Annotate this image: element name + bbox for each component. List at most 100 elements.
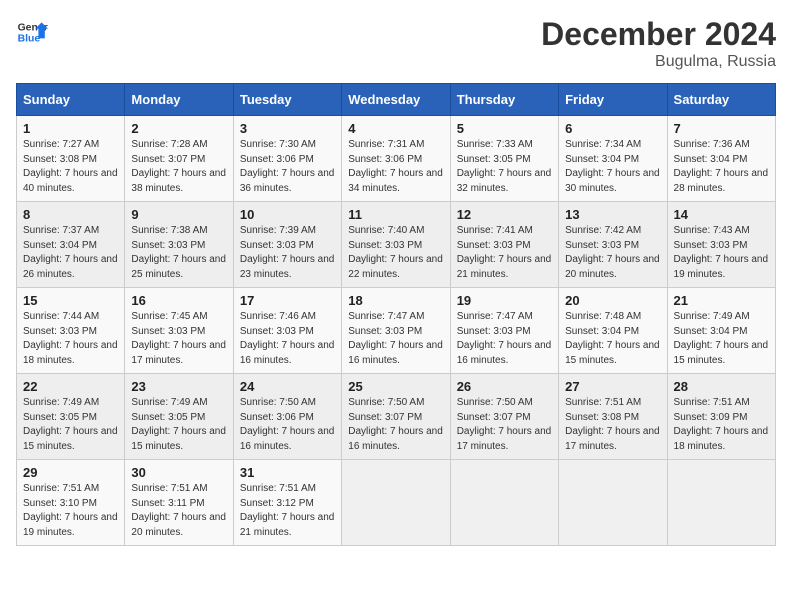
day-cell: 18 Sunrise: 7:47 AMSunset: 3:03 PMDayligh… — [342, 288, 450, 374]
day-cell: 26 Sunrise: 7:50 AMSunset: 3:07 PMDayligh… — [450, 374, 558, 460]
logo-icon: General Blue — [16, 16, 48, 48]
day-detail: Sunrise: 7:30 AMSunset: 3:06 PMDaylight:… — [240, 138, 335, 196]
day-detail: Sunrise: 7:39 AMSunset: 3:03 PMDaylight:… — [240, 224, 335, 282]
day-detail: Sunrise: 7:49 AMSunset: 3:04 PMDaylight:… — [674, 310, 769, 368]
day-detail: Sunrise: 7:33 AMSunset: 3:05 PMDaylight:… — [457, 138, 552, 196]
day-cell: 25 Sunrise: 7:50 AMSunset: 3:07 PMDayligh… — [342, 374, 450, 460]
day-detail: Sunrise: 7:38 AMSunset: 3:03 PMDaylight:… — [131, 224, 226, 282]
day-number: 31 — [240, 465, 335, 480]
day-detail: Sunrise: 7:49 AMSunset: 3:05 PMDaylight:… — [23, 396, 118, 454]
logo: General Blue — [16, 16, 48, 48]
day-detail: Sunrise: 7:27 AMSunset: 3:08 PMDaylight:… — [23, 138, 118, 196]
day-detail: Sunrise: 7:49 AMSunset: 3:05 PMDaylight:… — [131, 396, 226, 454]
day-cell: 28Sunrise: 7:51 AMSunset: 3:09 PMDayligh… — [667, 374, 775, 460]
day-cell: 15 Sunrise: 7:44 AMSunset: 3:03 PMDayligh… — [17, 288, 125, 374]
day-number: 27 — [565, 379, 660, 394]
day-cell: 17Sunrise: 7:46 AMSunset: 3:03 PMDayligh… — [233, 288, 341, 374]
week-row-2: 8 Sunrise: 7:37 AMSunset: 3:04 PMDaylight… — [17, 202, 776, 288]
location-title: Bugulma, Russia — [541, 53, 776, 71]
day-cell: 9 Sunrise: 7:38 AMSunset: 3:03 PMDaylight… — [125, 202, 233, 288]
day-detail: Sunrise: 7:44 AMSunset: 3:03 PMDaylight:… — [23, 310, 118, 368]
weekday-header-friday: Friday — [559, 84, 667, 116]
day-detail: Sunrise: 7:36 AMSunset: 3:04 PMDaylight:… — [674, 138, 769, 196]
day-number: 9 — [131, 207, 226, 222]
weekday-header-thursday: Thursday — [450, 84, 558, 116]
day-detail: Sunrise: 7:34 AMSunset: 3:04 PMDaylight:… — [565, 138, 660, 196]
day-cell — [667, 460, 775, 546]
day-number: 2 — [131, 121, 226, 136]
day-detail: Sunrise: 7:46 AMSunset: 3:03 PMDaylight:… — [240, 310, 335, 368]
day-detail: Sunrise: 7:40 AMSunset: 3:03 PMDaylight:… — [348, 224, 443, 282]
day-detail: Sunrise: 7:47 AMSunset: 3:03 PMDaylight:… — [348, 310, 443, 368]
day-detail: Sunrise: 7:42 AMSunset: 3:03 PMDaylight:… — [565, 224, 660, 282]
day-cell: 4Sunrise: 7:31 AMSunset: 3:06 PMDaylight… — [342, 116, 450, 202]
day-detail: Sunrise: 7:45 AMSunset: 3:03 PMDaylight:… — [131, 310, 226, 368]
day-number: 22 — [23, 379, 118, 394]
day-detail: Sunrise: 7:51 AMSunset: 3:08 PMDaylight:… — [565, 396, 660, 454]
day-cell: 2 Sunrise: 7:28 AMSunset: 3:07 PMDaylight… — [125, 116, 233, 202]
weekday-header-row: SundayMondayTuesdayWednesdayThursdayFrid… — [17, 84, 776, 116]
day-cell: 27 Sunrise: 7:51 AMSunset: 3:08 PMDayligh… — [559, 374, 667, 460]
day-cell — [342, 460, 450, 546]
day-cell: 29 Sunrise: 7:51 AMSunset: 3:10 PMDayligh… — [17, 460, 125, 546]
day-number: 29 — [23, 465, 118, 480]
day-cell — [559, 460, 667, 546]
day-detail: Sunrise: 7:47 AMSunset: 3:03 PMDaylight:… — [457, 310, 552, 368]
day-detail: Sunrise: 7:50 AMSunset: 3:06 PMDaylight:… — [240, 396, 335, 454]
day-detail: Sunrise: 7:48 AMSunset: 3:04 PMDaylight:… — [565, 310, 660, 368]
day-detail: Sunrise: 7:50 AMSunset: 3:07 PMDaylight:… — [348, 396, 443, 454]
day-number: 14 — [674, 207, 769, 222]
day-number: 7 — [674, 121, 769, 136]
day-number: 26 — [457, 379, 552, 394]
day-cell: 23 Sunrise: 7:49 AMSunset: 3:05 PMDayligh… — [125, 374, 233, 460]
day-cell: 7 Sunrise: 7:36 AMSunset: 3:04 PMDaylight… — [667, 116, 775, 202]
day-detail: Sunrise: 7:31 AMSunset: 3:06 PMDaylight:… — [348, 138, 443, 196]
day-cell: 3Sunrise: 7:30 AMSunset: 3:06 PMDaylight… — [233, 116, 341, 202]
day-cell — [450, 460, 558, 546]
day-detail: Sunrise: 7:28 AMSunset: 3:07 PMDaylight:… — [131, 138, 226, 196]
day-number: 1 — [23, 121, 118, 136]
day-detail: Sunrise: 7:41 AMSunset: 3:03 PMDaylight:… — [457, 224, 552, 282]
day-cell: 12Sunrise: 7:41 AMSunset: 3:03 PMDayligh… — [450, 202, 558, 288]
day-number: 6 — [565, 121, 660, 136]
day-number: 16 — [131, 293, 226, 308]
weekday-header-sunday: Sunday — [17, 84, 125, 116]
weekday-header-saturday: Saturday — [667, 84, 775, 116]
svg-text:Blue: Blue — [18, 34, 41, 45]
day-number: 11 — [348, 207, 443, 222]
day-number: 10 — [240, 207, 335, 222]
weekday-header-wednesday: Wednesday — [342, 84, 450, 116]
day-number: 5 — [457, 121, 552, 136]
day-detail: Sunrise: 7:51 AMSunset: 3:12 PMDaylight:… — [240, 482, 335, 540]
day-number: 8 — [23, 207, 118, 222]
header: General Blue December 2024 Bugulma, Russ… — [16, 16, 776, 71]
week-row-1: 1 Sunrise: 7:27 AMSunset: 3:08 PMDaylight… — [17, 116, 776, 202]
weekday-header-monday: Monday — [125, 84, 233, 116]
day-number: 20 — [565, 293, 660, 308]
week-row-4: 22 Sunrise: 7:49 AMSunset: 3:05 PMDayligh… — [17, 374, 776, 460]
day-cell: 19Sunrise: 7:47 AMSunset: 3:03 PMDayligh… — [450, 288, 558, 374]
day-detail: Sunrise: 7:37 AMSunset: 3:04 PMDaylight:… — [23, 224, 118, 282]
day-detail: Sunrise: 7:51 AMSunset: 3:11 PMDaylight:… — [131, 482, 226, 540]
day-cell: 13 Sunrise: 7:42 AMSunset: 3:03 PMDayligh… — [559, 202, 667, 288]
day-cell: 1 Sunrise: 7:27 AMSunset: 3:08 PMDaylight… — [17, 116, 125, 202]
day-cell: 20 Sunrise: 7:48 AMSunset: 3:04 PMDayligh… — [559, 288, 667, 374]
day-number: 25 — [348, 379, 443, 394]
weekday-header-tuesday: Tuesday — [233, 84, 341, 116]
day-number: 30 — [131, 465, 226, 480]
day-detail: Sunrise: 7:50 AMSunset: 3:07 PMDaylight:… — [457, 396, 552, 454]
day-number: 23 — [131, 379, 226, 394]
day-number: 13 — [565, 207, 660, 222]
day-cell: 30 Sunrise: 7:51 AMSunset: 3:11 PMDayligh… — [125, 460, 233, 546]
day-detail: Sunrise: 7:51 AMSunset: 3:09 PMDaylight:… — [674, 396, 769, 454]
day-detail: Sunrise: 7:51 AMSunset: 3:10 PMDaylight:… — [23, 482, 118, 540]
day-cell: 22 Sunrise: 7:49 AMSunset: 3:05 PMDayligh… — [17, 374, 125, 460]
calendar: SundayMondayTuesdayWednesdayThursdayFrid… — [16, 83, 776, 546]
day-number: 18 — [348, 293, 443, 308]
day-cell: 6 Sunrise: 7:34 AMSunset: 3:04 PMDaylight… — [559, 116, 667, 202]
day-number: 15 — [23, 293, 118, 308]
day-cell: 31 Sunrise: 7:51 AMSunset: 3:12 PMDayligh… — [233, 460, 341, 546]
day-cell: 14Sunrise: 7:43 AMSunset: 3:03 PMDayligh… — [667, 202, 775, 288]
day-cell: 24Sunrise: 7:50 AMSunset: 3:06 PMDayligh… — [233, 374, 341, 460]
calendar-body: 1 Sunrise: 7:27 AMSunset: 3:08 PMDaylight… — [17, 116, 776, 546]
